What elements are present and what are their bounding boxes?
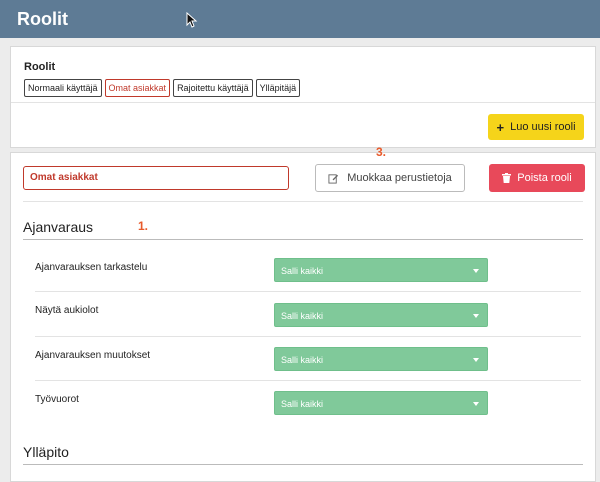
- select-value: Salli kaikki: [281, 399, 324, 409]
- delete-role-button[interactable]: Poista rooli: [489, 164, 585, 192]
- annotation-section: 1.: [138, 219, 149, 233]
- chevron-down-icon: [473, 314, 479, 318]
- page-title: Roolit: [17, 9, 68, 29]
- select-value: Salli kaikki: [281, 266, 324, 276]
- select-value: Salli kaikki: [281, 355, 324, 365]
- row-label-tyovuorot: Työvuorot: [35, 394, 79, 405]
- row-label-ajanvarauksen-muutokset: Ajanvarauksen muutokset: [35, 350, 151, 361]
- role-tag-yllapitaja[interactable]: Ylläpitäjä: [255, 79, 301, 97]
- permission-select-nayta-aukiolot[interactable]: Salli kaikki: [274, 303, 488, 327]
- row-divider: [35, 336, 581, 337]
- role-name-field[interactable]: Omat asiakkat: [23, 166, 289, 190]
- roles-label: Roolit: [24, 61, 56, 73]
- create-role-label: Luo uusi rooli: [510, 121, 576, 133]
- role-tag-normaali[interactable]: Normaali käyttäjä: [24, 79, 102, 97]
- section-title-ajanvaraus: Ajanvaraus: [23, 219, 94, 235]
- select-value: Salli kaikki: [281, 311, 324, 321]
- edit-basic-info-label: Muokkaa perustietoja: [347, 172, 452, 184]
- permission-select-ajanvarauksen-tarkastelu[interactable]: Salli kaikki: [274, 258, 488, 282]
- section-rule: [23, 239, 583, 240]
- section-rule: [23, 464, 583, 465]
- permission-select-ajanvarauksen-muutokset[interactable]: Salli kaikki: [274, 347, 488, 371]
- row-label-nayta-aukiolot: Näytä aukiolot: [35, 305, 99, 316]
- annotation-edit: 3.: [376, 145, 387, 159]
- permission-select-tyovuorot[interactable]: Salli kaikki: [274, 391, 488, 415]
- divider: [23, 201, 583, 202]
- row-label-ajanvarauksen-tarkastelu: Ajanvarauksen tarkastelu: [35, 262, 148, 273]
- chevron-down-icon: [473, 358, 479, 362]
- role-tag-list: Normaali käyttäjä Omat asiakkat Rajoitet…: [24, 79, 301, 97]
- delete-role-label: Poista rooli: [517, 172, 572, 184]
- create-role-button[interactable]: + Luo uusi rooli: [488, 114, 584, 140]
- mouse-pointer-icon: [186, 12, 198, 28]
- section-title-yllapito: Ylläpito: [23, 444, 69, 460]
- top-bar: Roolit: [0, 0, 600, 38]
- trash-icon: [502, 173, 512, 183]
- roles-card: Roolit Normaali käyttäjä Omat asiakkat R…: [10, 46, 596, 148]
- chevron-down-icon: [473, 269, 479, 273]
- chevron-down-icon: [473, 402, 479, 406]
- role-tag-rajoitettu[interactable]: Rajoitettu käyttäjä: [173, 79, 253, 97]
- role-tag-omat-asiakkat[interactable]: Omat asiakkat: [104, 79, 171, 97]
- divider: [11, 102, 595, 103]
- plus-icon: +: [496, 119, 505, 135]
- edit-basic-info-button[interactable]: Muokkaa perustietoja: [315, 164, 465, 192]
- row-divider: [35, 291, 581, 292]
- row-divider: [35, 380, 581, 381]
- role-detail-card: Omat asiakkat 3. Muokkaa perustietoja Po…: [10, 145, 596, 482]
- edit-icon: [328, 173, 339, 184]
